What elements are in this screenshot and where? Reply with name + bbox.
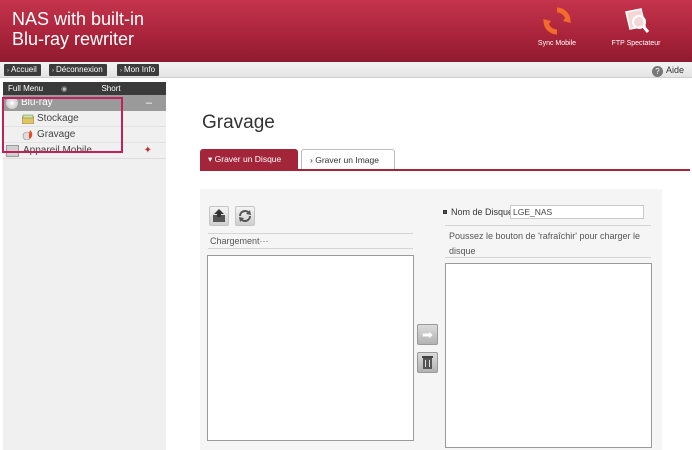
trash-icon xyxy=(422,356,433,369)
delete-button[interactable] xyxy=(417,352,438,373)
refresh-icon xyxy=(239,210,251,222)
app-title: NAS with built-in Blu-ray rewriter xyxy=(12,9,144,49)
home-label: Accueil xyxy=(11,65,37,74)
chevron-down-icon: ▾ xyxy=(208,154,215,164)
tab-label: Graver un Image xyxy=(315,155,379,165)
disc-name-input[interactable] xyxy=(510,205,644,219)
refresh-hint-text: Poussez le bouton de 'rafraîchir' pour c… xyxy=(449,231,641,256)
tab-label: Graver un Disque xyxy=(214,154,282,164)
loading-label: Chargement··· xyxy=(210,236,269,246)
bullet-icon xyxy=(443,210,447,214)
help-label: Aide xyxy=(665,65,684,75)
refresh-button[interactable] xyxy=(235,206,255,226)
sync-mobile-button[interactable]: Sync Mobile xyxy=(525,6,589,56)
tab-graver-disque[interactable]: ▾ Graver un Disque xyxy=(200,149,298,169)
page-title: Gravage xyxy=(202,112,275,133)
full-menu-tab[interactable]: Full Menu ◉ xyxy=(8,84,83,93)
my-info-button[interactable]: › Mon Info xyxy=(117,64,160,76)
disc-name-label-text: Nom de Disque xyxy=(451,207,514,217)
source-file-list[interactable] xyxy=(207,255,414,441)
divider xyxy=(208,233,413,234)
sync-mobile-label: Sync Mobile xyxy=(537,40,577,47)
home-button[interactable]: › Accueil xyxy=(4,64,41,76)
expand-icon[interactable]: ✦ xyxy=(144,143,152,159)
ftp-spectateur-label: FTP Spectateur xyxy=(611,40,661,47)
sync-icon xyxy=(543,7,571,35)
collapse-icon[interactable]: – xyxy=(146,95,152,111)
disc-content-list[interactable] xyxy=(445,263,652,448)
divider xyxy=(445,225,651,226)
chevron-right-icon: › xyxy=(52,68,54,74)
help-button[interactable]: ? Aide xyxy=(651,64,684,77)
highlight-frame xyxy=(2,97,123,153)
logout-label: Déconnexion xyxy=(56,65,103,74)
disc-name-label: Nom de Disque xyxy=(443,207,513,217)
arrow-right-icon: ➡ xyxy=(422,327,433,342)
upload-button[interactable] xyxy=(209,206,229,226)
top-toolbar: › Accueil › Déconnexion › Mon Info ? Aide xyxy=(0,62,692,78)
chevron-right-icon: › xyxy=(120,68,122,74)
logout-button[interactable]: › Déconnexion xyxy=(49,64,107,76)
help-icon: ? xyxy=(651,66,663,77)
tab-graver-image[interactable]: › Graver un Image xyxy=(301,149,395,169)
my-info-label: Mon Info xyxy=(124,65,156,74)
divider xyxy=(208,248,413,249)
tab-bar: ▾ Graver un Disque › Graver un Image xyxy=(200,149,690,171)
full-menu-label: Full Menu xyxy=(8,84,44,93)
app-header: NAS with built-in Blu-ray rewriter Sync … xyxy=(0,0,692,62)
menu-mode-tabs: Full Menu◉ Short Menu◉ xyxy=(3,82,166,107)
ftp-viewer-icon xyxy=(625,8,650,33)
radio-dot-icon: ◉ xyxy=(61,86,68,93)
add-to-disc-button[interactable]: ➡ xyxy=(417,324,438,345)
upload-icon xyxy=(213,209,225,222)
chevron-right-icon: › xyxy=(7,68,9,74)
ftp-spectateur-button[interactable]: FTP Spectateur xyxy=(604,6,668,56)
app-title-line2: Blu-ray rewriter xyxy=(12,29,135,49)
divider xyxy=(445,257,651,258)
app-title-line1: NAS with built-in xyxy=(12,9,145,29)
